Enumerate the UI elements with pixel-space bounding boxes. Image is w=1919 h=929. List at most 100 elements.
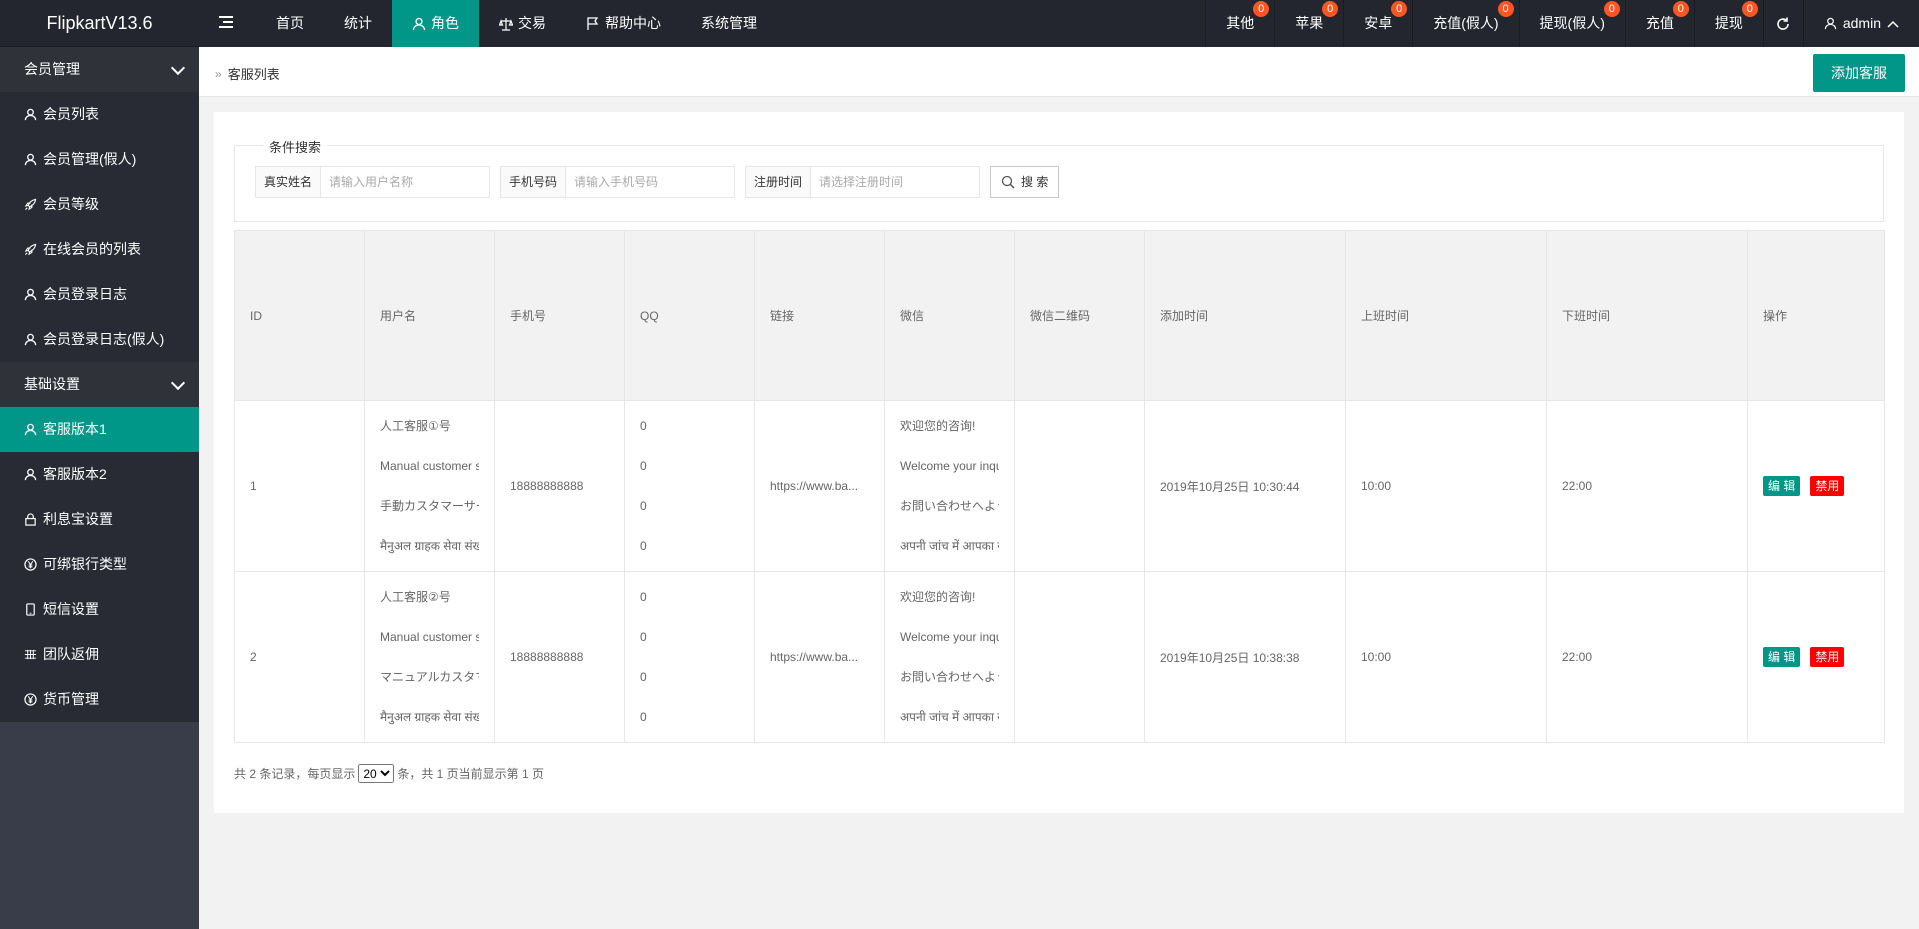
phone-label: 手机号码 (501, 167, 567, 197)
rocket-icon (24, 198, 37, 211)
chevron-down-icon (170, 375, 186, 391)
wechat-line: Welcome your inqui (900, 459, 999, 473)
rocket-icon (24, 243, 37, 256)
sidebar-item-member-fake[interactable]: 会员管理(假人) (0, 137, 199, 182)
right-nav: 其他 0 苹果 0 安卓 0 充值(假人) 0 提现(假人) 0 充值 0 提现 0 admi… (1205, 0, 1919, 47)
sidebar-group-basic-settings[interactable]: 基础设置 (0, 362, 199, 407)
wechat-line: お問い合わせへようこ (900, 670, 999, 684)
qq-line: 0 (640, 710, 647, 724)
sidebar-item-member-level[interactable]: 会员等级 (0, 182, 199, 227)
phone-input[interactable] (566, 167, 735, 197)
topnav-trade[interactable]: 交易 (479, 0, 566, 47)
cell-added-time: 2019年10月25日 10:30:44 (1144, 400, 1346, 572)
sidebar-group-label: 会员管理 (24, 61, 80, 77)
topnav-help[interactable]: 帮助中心 (566, 0, 681, 47)
sidebar-item-online-members[interactable]: 在线会员的列表 (0, 227, 199, 272)
rightnav-apple-label: 苹果 (1295, 15, 1324, 31)
pager-prefix: 共 2 条记录，每页显示 (234, 767, 356, 781)
rightnav-recharge-label: 充值 (1645, 15, 1674, 31)
sidebar-item-label: 货币管理 (43, 691, 99, 707)
col-header-phone: 手机号 (494, 230, 625, 401)
disable-button[interactable]: 禁用 (1810, 647, 1845, 667)
sidebar-item-service-v2[interactable]: 客服版本2 (0, 452, 199, 497)
double-chevron-right-icon: » (215, 66, 222, 81)
service-table: ID 用户名 手机号 QQ 链接 微信 微信二维码 添加时间 上班时间 下班时间… (234, 230, 1885, 743)
cell-phone: 18888888888 (494, 571, 625, 743)
refresh-button[interactable] (1762, 0, 1803, 47)
sidebar-item-label: 会员等级 (43, 196, 99, 212)
edit-button[interactable]: 编 辑 (1763, 647, 1801, 667)
rightnav-recharge[interactable]: 充值 0 (1624, 0, 1694, 47)
search-icon (1001, 175, 1015, 189)
regtime-label: 注册时间 (746, 167, 812, 197)
add-service-button[interactable]: 添加客服 (1813, 54, 1905, 92)
col-header-start-time: 上班时间 (1345, 230, 1547, 401)
page-size-select[interactable]: 20 (358, 764, 395, 783)
username-line: Manual customer se (380, 630, 479, 644)
cell-id: 2 (234, 571, 365, 743)
sidebar-item-sms[interactable]: 短信设置 (0, 587, 199, 632)
user-icon (24, 153, 37, 166)
sidebar-item-label: 会员登录日志 (43, 286, 127, 302)
sidebar-item-label: 客服版本2 (43, 466, 107, 482)
rightnav-withdraw[interactable]: 提现 0 (1693, 0, 1763, 47)
topnav-system[interactable]: 系统管理 (681, 0, 777, 47)
cell-qq: 0 0 0 0 (624, 400, 755, 572)
sidebar-item-service-v1[interactable]: 客服版本1 (0, 407, 199, 452)
count-badge: 0 (1322, 1, 1339, 17)
sidebar-item-team-rebate[interactable]: 团队返佣 (0, 632, 199, 677)
app-logo: FlipkartV13.6 (0, 0, 199, 47)
sidebar-item-bank-types[interactable]: 可绑银行类型 (0, 542, 199, 587)
cell-link: https://www.ba... (754, 571, 885, 743)
phone-field: 手机号码 (500, 166, 736, 198)
sidebar-group-member[interactable]: 会员管理 (0, 47, 199, 92)
top-bar: FlipkartV13.6 首页 统计 角色 交易 帮助中心 系统管理 其他 0 … (0, 0, 1919, 47)
sidebar-item-label: 可绑银行类型 (43, 556, 127, 572)
rightnav-recharge-fake[interactable]: 充值(假人) 0 (1412, 0, 1518, 47)
edit-button[interactable]: 编 辑 (1763, 476, 1801, 496)
menu-toggle-icon[interactable] (204, 0, 248, 47)
topnav-stats[interactable]: 统计 (324, 0, 392, 47)
admin-menu[interactable]: admin (1802, 0, 1919, 47)
sidebar-item-member-list[interactable]: 会员列表 (0, 92, 199, 137)
topnav-home[interactable]: 首页 (256, 0, 324, 47)
search-button[interactable]: 搜 索 (990, 166, 1060, 198)
qq-line: 0 (640, 539, 647, 553)
col-header-added-time: 添加时间 (1144, 230, 1346, 401)
rightnav-withdraw-fake[interactable]: 提现(假人) 0 (1518, 0, 1625, 47)
username-line: Manual customer se (380, 459, 479, 473)
breadcrumb-current[interactable]: 客服列表 (228, 64, 280, 83)
count-badge: 0 (1497, 1, 1514, 17)
lock-icon (25, 513, 36, 526)
wechat-line: お問い合わせへようこ (900, 499, 999, 513)
wechat-line: 欢迎您的咨询! (900, 590, 976, 604)
regtime-input[interactable] (811, 167, 980, 197)
topnav-stats-label: 统计 (344, 15, 372, 31)
username-line: 人工客服②号 (380, 590, 451, 604)
disable-button[interactable]: 禁用 (1810, 476, 1845, 496)
rightnav-android[interactable]: 安卓 0 (1343, 0, 1412, 47)
rightnav-apple[interactable]: 苹果 0 (1274, 0, 1343, 47)
sidebar-item-interest[interactable]: 利息宝设置 (0, 497, 199, 542)
realname-input[interactable] (321, 167, 490, 197)
phone-icon (26, 603, 35, 616)
rightnav-other[interactable]: 其他 0 (1205, 0, 1274, 47)
col-header-wechat: 微信 (884, 230, 1015, 401)
topnav-role[interactable]: 角色 (392, 0, 479, 47)
cell-wechat: 欢迎您的咨询! Welcome your inqui お問い合わせへようこ अप… (884, 400, 1015, 572)
pagination: 共 2 条记录，每页显示 20 条，共 1 页当前显示第 1 页 (234, 764, 544, 783)
sidebar-item-login-log[interactable]: 会员登录日志 (0, 272, 199, 317)
regtime-field: 注册时间 (745, 166, 981, 198)
topnav-role-label: 角色 (431, 15, 459, 31)
count-badge: 0 (1603, 1, 1620, 17)
cell-phone: 18888888888 (494, 400, 625, 572)
top-nav: 首页 统计 角色 交易 帮助中心 系统管理 (256, 0, 777, 47)
sidebar-item-currency[interactable]: 货币管理 (0, 677, 199, 722)
rightnav-other-label: 其他 (1226, 15, 1255, 31)
grid-icon (24, 649, 37, 660)
realname-label: 真实姓名 (256, 167, 322, 197)
username-line: 人工客服①号 (380, 419, 451, 433)
sidebar-item-label: 会员管理(假人) (43, 151, 137, 167)
cell-qrcode (1014, 571, 1145, 743)
sidebar-item-login-log-fake[interactable]: 会员登录日志(假人) (0, 317, 199, 362)
